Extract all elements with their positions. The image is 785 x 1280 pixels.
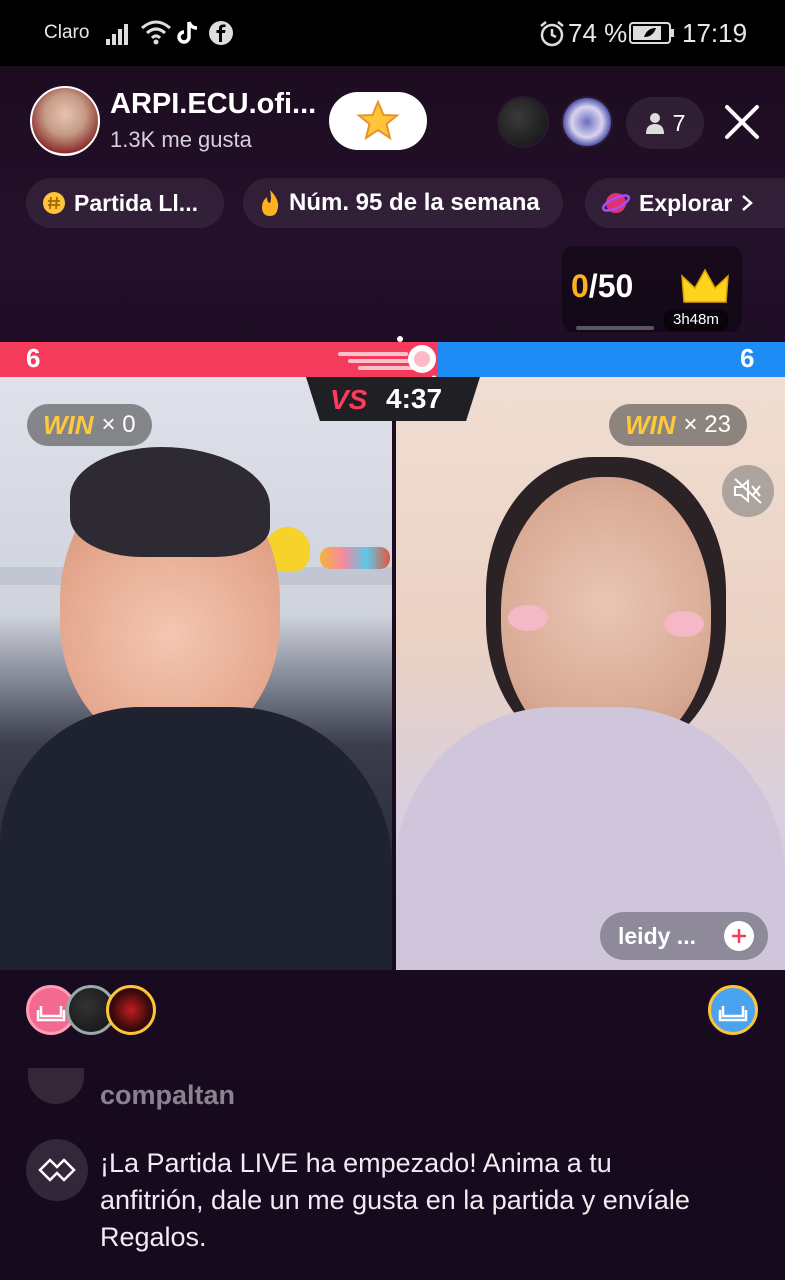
vs-label: VS [330, 384, 368, 415]
explore-label: Explorar [639, 189, 733, 216]
left-seat-3[interactable] [106, 985, 156, 1035]
system-message-icon [26, 1139, 88, 1201]
follow-opponent-button[interactable] [724, 921, 754, 951]
armchair-icon [718, 1006, 748, 1022]
host-hair [70, 447, 270, 557]
battery-percent: 74 % [568, 18, 628, 48]
gift-goal-progress [576, 326, 654, 330]
chat-username[interactable]: compaltan [100, 1080, 235, 1111]
opponent-name: leidy ... [618, 922, 696, 949]
opponent-name-pill[interactable]: leidy ... [600, 912, 768, 960]
chat-user-avatar[interactable] [28, 1068, 84, 1104]
crown-icon [681, 268, 729, 303]
ghost-figures [320, 547, 390, 569]
left-win-streak: WIN × 0 [27, 404, 152, 446]
left-win-label: WIN [43, 409, 94, 440]
star-icon [356, 100, 400, 141]
right-win-label: WIN [625, 409, 676, 440]
flame-icon [262, 190, 279, 216]
viewer-avatar[interactable] [497, 96, 549, 148]
wifi-icon [141, 20, 171, 45]
spark-icon [338, 336, 437, 381]
rank-label: Núm. 95 de la semana [289, 189, 540, 216]
system-message: ¡La Partida LIVE ha empezado! Anima a tu… [100, 1148, 690, 1252]
viewer-count-button[interactable]: 7 [626, 97, 704, 149]
opponent-video[interactable] [396, 377, 785, 970]
hashtag-icon [43, 192, 65, 214]
viewer-count-value: 7 [672, 109, 686, 136]
tiktok-icon [177, 21, 198, 44]
host-name[interactable]: ARPI.ECU.ofi... [110, 88, 316, 121]
left-score: 6 [26, 343, 41, 373]
facebook-icon [209, 21, 233, 45]
right-seat-1[interactable] [708, 985, 758, 1035]
status-bar: Claro 74 % 17:19 [0, 0, 785, 66]
explore-chip[interactable]: Explorar [585, 178, 785, 228]
blue-team-bar [437, 342, 785, 377]
mute-button[interactable] [722, 465, 774, 517]
host-likes: 1.3K me gusta [110, 127, 252, 152]
rank-chip[interactable]: Núm. 95 de la semana [243, 178, 563, 228]
right-win-streak: WIN × 23 [609, 404, 747, 446]
close-icon[interactable] [718, 98, 766, 146]
speaker-muted-icon [734, 478, 762, 504]
host-video[interactable] [0, 377, 392, 970]
handshake-icon [38, 1158, 76, 1182]
sticker-right [664, 611, 704, 637]
follow-star-button[interactable] [329, 92, 427, 150]
host-hoodie [0, 707, 392, 970]
planet-icon [601, 193, 631, 213]
alarm-icon [540, 21, 564, 47]
gift-goal-current: 0 [571, 268, 589, 304]
right-score: 6 [740, 343, 755, 373]
sticker-left [508, 605, 548, 631]
left-win-count: × 0 [101, 411, 136, 438]
clock: 17:19 [682, 18, 748, 48]
carrier-label: Claro [44, 22, 90, 43]
plus-icon [732, 929, 746, 943]
signal-icon [106, 24, 128, 45]
host-avatar[interactable] [30, 86, 100, 156]
battery-icon [629, 22, 674, 44]
partida-label: Partida Ll... [74, 189, 198, 216]
viewer-avatar[interactable] [561, 96, 613, 148]
chevron-right-icon [742, 195, 754, 211]
partida-chip[interactable]: Partida Ll... [26, 178, 224, 228]
gift-goal-counter: 0/50 [571, 268, 633, 305]
person-icon [645, 113, 664, 134]
countdown-badge: 3h48m [663, 309, 729, 331]
right-win-count: × 23 [683, 411, 731, 438]
timer-value: 4:37 [386, 383, 443, 414]
gift-goal-total: /50 [588, 268, 634, 304]
